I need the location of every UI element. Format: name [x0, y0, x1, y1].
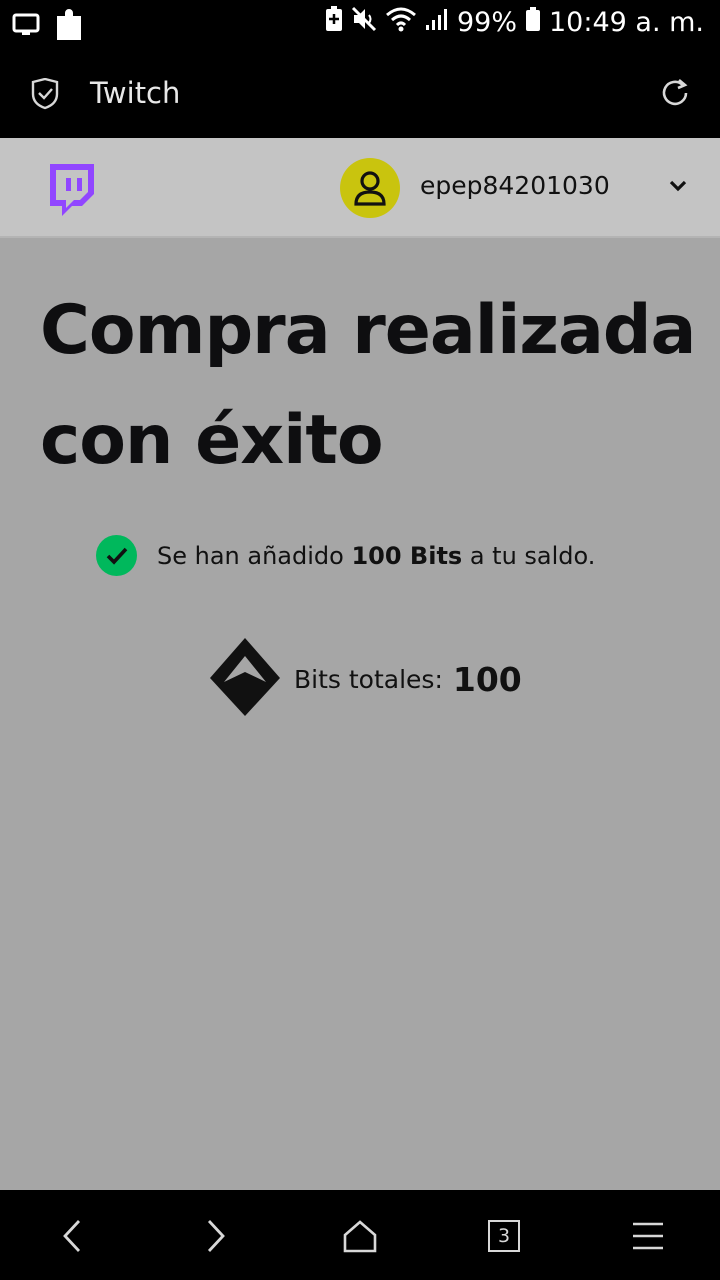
forward-icon[interactable] [192, 1214, 240, 1258]
battery-saver-icon [325, 6, 343, 39]
bits-total-value: 100 [452, 660, 522, 699]
success-message: Se han añadido 100 Bits a tu saldo. [96, 535, 595, 576]
menu-icon[interactable] [624, 1214, 672, 1258]
checkmark-icon [96, 535, 137, 576]
home-icon[interactable] [336, 1214, 384, 1258]
tab-count: 3 [488, 1220, 520, 1252]
user-icon [354, 171, 386, 206]
page-title: Compra realizada con éxito [40, 291, 696, 480]
username[interactable]: epep84201030 [420, 171, 610, 200]
shield-check-icon[interactable] [30, 77, 60, 115]
site-header: epep84201030 [0, 138, 720, 238]
screen-cast-icon [12, 13, 40, 42]
back-icon[interactable] [48, 1214, 96, 1258]
signal-icon [425, 7, 449, 38]
wifi-icon [385, 6, 417, 39]
browser-page-title: Twitch [90, 76, 181, 110]
bits-total-row: Bits totales: 100 [208, 636, 522, 723]
battery-icon [525, 6, 541, 39]
reload-icon[interactable] [658, 76, 692, 115]
battery-percent: 99% [456, 7, 517, 38]
tabs-button[interactable]: 3 [480, 1214, 528, 1258]
puzzle-icon [54, 8, 84, 47]
browser-title-bar: Twitch [0, 50, 720, 138]
mute-icon [351, 6, 377, 39]
clock: 10:49 a. m. [549, 7, 704, 38]
status-bar: 99% 10:49 a. m. [0, 0, 720, 50]
chevron-down-icon[interactable] [668, 178, 688, 199]
bits-added: 100 Bits [351, 541, 463, 570]
bits-total-label: Bits totales: [294, 665, 443, 694]
avatar[interactable] [340, 158, 400, 218]
bits-gem-icon [208, 636, 282, 723]
success-prefix: Se han añadido [157, 541, 352, 570]
success-text: Se han añadido 100 Bits a tu saldo. [157, 542, 595, 570]
success-suffix: a tu saldo. [462, 541, 596, 570]
twitch-logo-icon[interactable] [44, 162, 96, 225]
browser-nav-bar: 3 [0, 1190, 720, 1280]
